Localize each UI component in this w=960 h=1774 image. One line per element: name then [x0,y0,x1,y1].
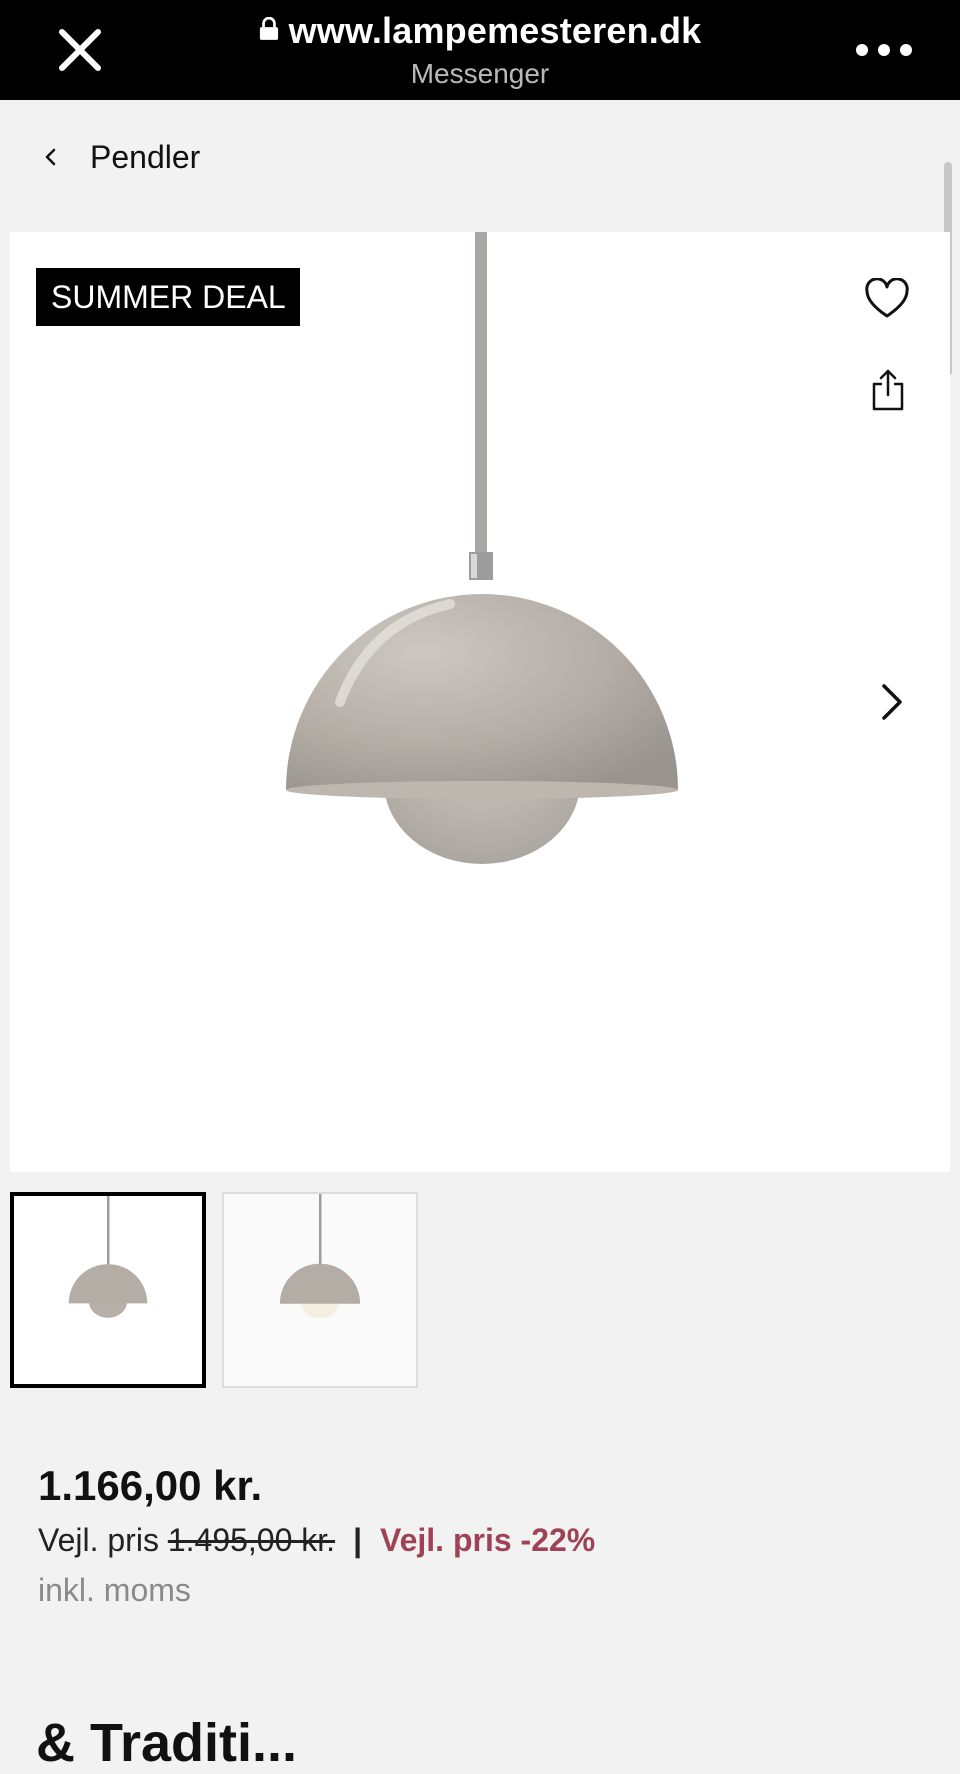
section-heading: & Traditi... [36,1713,298,1773]
product-price: 1.166,00 kr. [38,1462,263,1509]
more-options-icon[interactable] [852,36,916,64]
product-image-carousel[interactable]: SUMMER DEAL [10,232,950,1172]
thumbnail-1[interactable] [10,1192,206,1388]
browser-top-bar: www.lampemesteren.dk Messenger [0,0,960,100]
heart-icon[interactable] [864,277,910,320]
rrp-old-price: 1.495,00 kr. [167,1522,336,1558]
product-image [286,232,678,864]
price-separator: | [353,1522,363,1558]
back-link[interactable]: Pendler [40,132,200,182]
chevron-left-icon [40,146,62,168]
source-app-label: Messenger [410,58,550,90]
rrp-row: Vejl. pris 1.495,00 kr. | Vejl. pris -22% [38,1522,595,1559]
rrp-label: Vejl. pris [38,1522,159,1558]
back-label: Pendler [90,138,201,175]
lock-icon [259,8,279,50]
vat-note: inkl. moms [38,1572,191,1608]
thumbnail-2[interactable] [222,1192,418,1388]
thumbnail-image [279,1194,361,1319]
url-text: www.lampemesteren.dk [288,10,702,51]
address-bar[interactable]: www.lampemesteren.dk Messenger [0,10,960,90]
discount-label: Vejl. pris -22% [380,1522,596,1558]
summer-deal-badge: SUMMER DEAL [36,268,300,326]
chevron-right-icon[interactable] [876,680,906,724]
share-icon[interactable] [870,368,906,412]
thumbnail-image [68,1196,148,1318]
